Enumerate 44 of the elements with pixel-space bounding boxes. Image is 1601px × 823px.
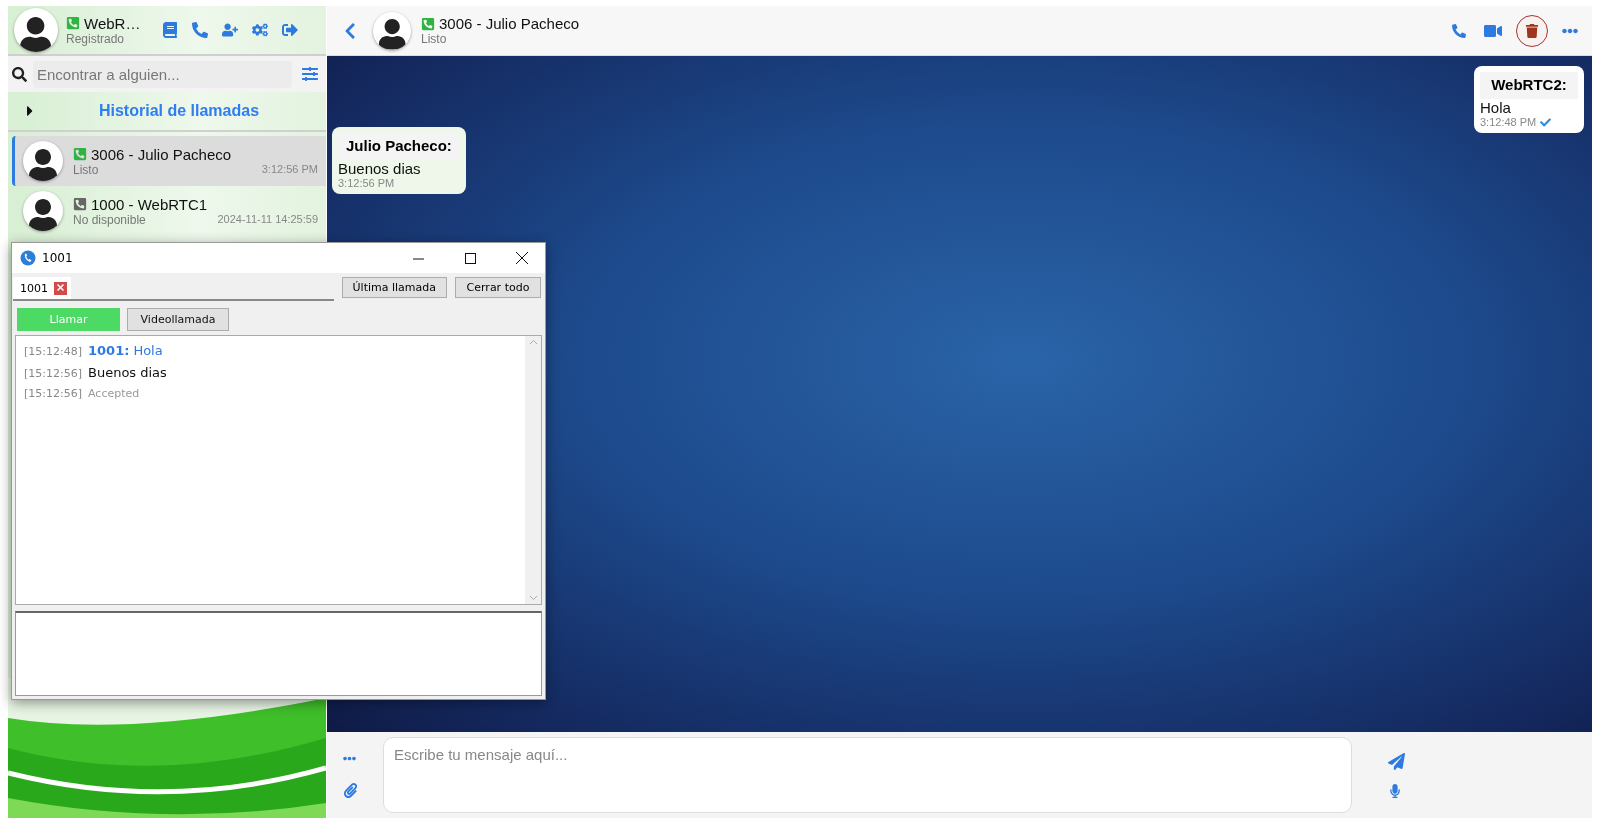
account-status: Registrado <box>66 31 126 46</box>
window-button[interactable]: Cerrar todo <box>455 277 541 298</box>
close-icon <box>57 283 64 291</box>
delete-button[interactable] <box>1516 14 1548 47</box>
contact-time: 3:12:56 PM <box>261 162 318 177</box>
log-time: [15:12:56] <box>24 387 82 400</box>
message-time: 3:12:56 PM <box>338 177 395 189</box>
avatar-icon <box>373 11 411 50</box>
avatar-icon <box>23 141 63 181</box>
chat-title: 3006 - Julio Pacheco <box>439 15 580 32</box>
contact-name: 1000 - WebRTC1 <box>91 195 208 213</box>
contact-item[interactable]: 3006 - Julio Pacheco Listo 3:12:56 PM <box>12 136 326 186</box>
tab[interactable]: 1001 <box>13 277 71 299</box>
message-input[interactable] <box>15 611 542 696</box>
contact-status: No disponible <box>73 212 146 227</box>
log-message: 1001: Hola <box>88 343 163 358</box>
log-time: [15:12:48] <box>24 345 82 358</box>
history-toggle[interactable]: Historial de llamadas <box>42 101 316 121</box>
message-text: Hola <box>1480 99 1512 116</box>
contact-name: 3006 - Julio Pacheco <box>91 145 232 163</box>
contact-item[interactable]: 1000 - WebRTC1 No disponible 2024-11-11 14:25:59 <box>12 186 326 236</box>
phone-globe-icon <box>20 250 36 266</box>
window-button[interactable]: Última llamada <box>341 277 447 298</box>
account-name: WebR… <box>84 14 141 32</box>
log-message: Buenos dias <box>88 365 167 380</box>
scroll-up-icon[interactable] <box>528 339 538 345</box>
message-sender: Julio Pacheco: <box>338 133 460 160</box>
message-time: 3:12:48 PM <box>1480 116 1537 128</box>
message-sender: WebRTC2: <box>1480 72 1578 99</box>
scroll-down-icon[interactable] <box>528 595 538 601</box>
log-time: [15:12:56] <box>24 367 82 380</box>
trash-icon <box>1525 23 1539 38</box>
contact-status: Listo <box>73 162 99 177</box>
search-field[interactable]: Encontrar a alguien... <box>33 60 292 88</box>
log-message: Accepted <box>88 387 140 400</box>
contact-time: 2024-11-11 14:25:59 <box>217 212 318 227</box>
avatar-icon <box>14 8 58 52</box>
avatar-icon <box>23 191 63 231</box>
window-title: 1001 <box>42 251 74 265</box>
call-button[interactable]: Videollamada <box>127 308 229 331</box>
message-text: Buenos dias <box>338 160 422 177</box>
chat-status: Listo <box>421 32 448 46</box>
tab-close-button[interactable] <box>54 281 67 295</box>
search-icon <box>12 66 27 82</box>
